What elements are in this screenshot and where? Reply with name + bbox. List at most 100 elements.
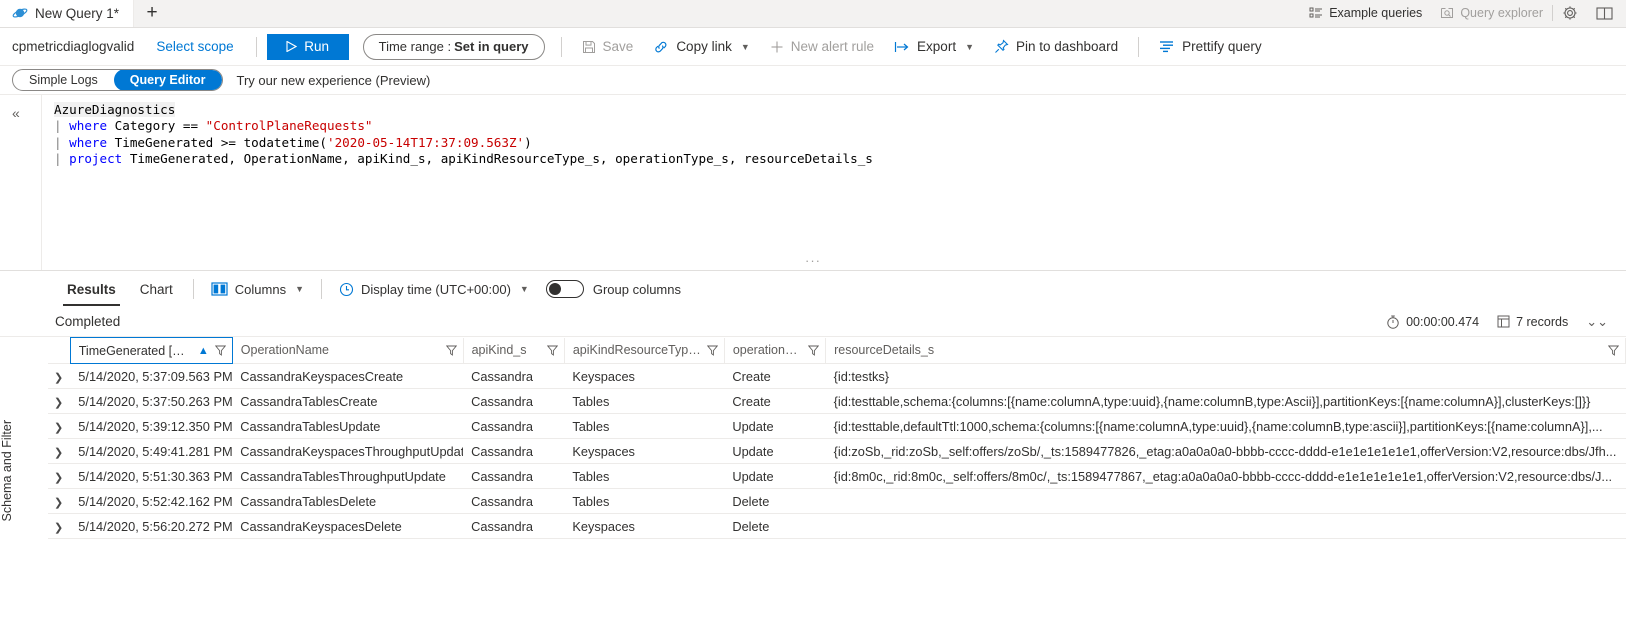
divider xyxy=(192,279,194,299)
code-line-4: | project TimeGenerated, OperationName, … xyxy=(54,151,873,167)
filter-icon[interactable] xyxy=(440,345,457,356)
table-row[interactable]: ❯ 5/14/2020, 5:49:41.281 PM CassandraKeysp… xyxy=(48,438,1626,464)
run-button[interactable]: Run xyxy=(266,33,349,60)
column-header-timegenerated-utc[interactable]: TimeGenerated [UTC] ▲ xyxy=(69,337,233,364)
table-row[interactable]: ❯ 5/14/2020, 5:52:42.162 PM CassandraTable… xyxy=(48,488,1626,514)
cell-resourcedetails-s: {id:testtable,defaultTtl:1000,schema:{co… xyxy=(825,413,1626,439)
query-editor-area: « AzureDiagnostics | where Category == "C… xyxy=(0,95,1626,271)
row-expander[interactable]: ❯ xyxy=(48,363,71,389)
link-icon xyxy=(653,40,669,54)
results-header-row: TimeGenerated [UTC] ▲ OperationName apiKind… xyxy=(48,337,1626,364)
chevron-double-down-icon: ⌄⌄ xyxy=(1586,313,1608,329)
column-header-inner: operationTyp... xyxy=(733,343,820,357)
column-header-label: OperationName xyxy=(240,343,330,358)
cell-apikindresourcetype-s: Keyspaces xyxy=(564,438,725,464)
column-header-resourcedetails-s[interactable]: resourceDetails_s xyxy=(825,337,1626,364)
chevron-down-icon: ▼ xyxy=(519,284,529,294)
group-columns-label: Group columns xyxy=(592,281,681,297)
select-scope-link[interactable]: Select scope xyxy=(144,39,245,54)
export-icon xyxy=(894,40,910,54)
results-table-body: ❯ 5/14/2020, 5:37:09.563 PM CassandraKeysp… xyxy=(48,363,1626,539)
column-header-operationname[interactable]: OperationName xyxy=(232,337,464,364)
filter-icon[interactable] xyxy=(541,345,558,356)
cell-apikindresourcetype-s: Tables xyxy=(564,388,725,414)
mode-query-editor[interactable]: Query Editor xyxy=(113,70,222,90)
workspace-scope-name: cpmetricdiaglogvalid xyxy=(12,39,135,54)
preview-experience-text: Try our new experience (Preview) xyxy=(236,72,431,88)
cell-timegenerated-utc: 5/14/2020, 5:52:42.162 PM xyxy=(70,488,233,514)
filter-icon[interactable] xyxy=(1602,345,1619,356)
chevron-right-icon[interactable]: ❯ xyxy=(54,472,63,484)
expand-results-button[interactable]: ⌄⌄ xyxy=(1586,314,1608,330)
row-expander[interactable]: ❯ xyxy=(48,513,71,539)
query-explorer-button[interactable]: Query explorer xyxy=(1431,0,1552,27)
new-alert-rule-button[interactable]: New alert rule xyxy=(760,32,884,62)
table-row[interactable]: ❯ 5/14/2020, 5:56:20.272 PM CassandraKeysp… xyxy=(48,513,1626,539)
divider xyxy=(255,36,257,57)
gear-icon xyxy=(1562,5,1578,21)
table-row[interactable]: ❯ 5/14/2020, 5:37:09.563 PM CassandraKeysp… xyxy=(48,363,1626,389)
copy-link-label: Copy link xyxy=(676,39,732,54)
sort-ascending-icon[interactable]: ▲ xyxy=(198,345,209,357)
cell-apikind-s: Cassandra xyxy=(463,488,565,514)
clock-icon xyxy=(339,282,354,297)
display-time-button[interactable]: Display time (UTC+00:00) ▼ xyxy=(330,276,538,302)
export-button[interactable]: Export ▼ xyxy=(884,32,984,62)
row-expander[interactable]: ❯ xyxy=(48,388,71,414)
table-row[interactable]: ❯ 5/14/2020, 5:39:12.350 PM CassandraTable… xyxy=(48,413,1626,439)
chevron-right-icon[interactable]: ❯ xyxy=(54,372,63,384)
cell-apikindresourcetype-s: Keyspaces xyxy=(564,513,725,539)
cell-apikindresourcetype-s: Tables xyxy=(564,488,725,514)
new-tab-button[interactable]: + xyxy=(134,0,171,27)
book-layout-icon xyxy=(1596,6,1613,21)
column-header-label: apiKind_s xyxy=(471,343,527,358)
filter-icon[interactable] xyxy=(701,345,718,356)
cell-resourcedetails-s: {id:testtable,schema:{columns:[{name:col… xyxy=(825,388,1626,414)
editor-mode-row: Simple Logs Query Editor Try our new exp… xyxy=(0,66,1626,95)
chevron-right-icon[interactable]: ❯ xyxy=(54,397,63,409)
row-expander[interactable]: ❯ xyxy=(48,488,71,514)
chevron-right-icon[interactable]: ❯ xyxy=(54,447,63,459)
tab-chart[interactable]: Chart xyxy=(128,272,185,306)
table-row[interactable]: ❯ 5/14/2020, 5:37:50.263 PM CassandraTable… xyxy=(48,388,1626,414)
cell-timegenerated-utc: 5/14/2020, 5:56:20.272 PM xyxy=(70,513,233,539)
save-icon xyxy=(582,40,596,54)
group-columns-toggle[interactable] xyxy=(545,280,584,298)
row-expander[interactable]: ❯ xyxy=(48,438,71,464)
tab-results[interactable]: Results xyxy=(55,272,128,306)
columns-button[interactable]: Columns ▼ xyxy=(202,276,313,302)
cell-operationtyp: Update xyxy=(724,438,826,464)
settings-button[interactable] xyxy=(1553,0,1587,27)
column-header-apikind-s[interactable]: apiKind_s xyxy=(463,337,565,364)
table-row[interactable]: ❯ 5/14/2020, 5:51:30.363 PM CassandraTable… xyxy=(48,463,1626,489)
splitter-handle[interactable]: ··· xyxy=(805,253,821,268)
filter-icon[interactable] xyxy=(802,345,820,356)
pin-to-dashboard-button[interactable]: Pin to dashboard xyxy=(984,32,1128,62)
query-code-editor[interactable]: AzureDiagnostics | where Category == "Con… xyxy=(42,95,1626,270)
column-header-operationtyp[interactable]: operationTyp... xyxy=(724,337,827,364)
schema-and-filter-rail[interactable]: Schema and Filter xyxy=(0,420,24,521)
chevron-double-left-icon[interactable]: « xyxy=(12,105,20,121)
example-queries-button[interactable]: Example queries xyxy=(1300,0,1431,27)
mode-simple-logs[interactable]: Simple Logs xyxy=(13,70,114,90)
layout-button[interactable] xyxy=(1587,0,1622,27)
column-header-inner: apiKind_s xyxy=(472,343,558,357)
run-label: Run xyxy=(304,39,329,54)
copy-link-button[interactable]: Copy link ▼ xyxy=(643,32,759,62)
row-expander[interactable]: ❯ xyxy=(48,463,71,489)
results-table: TimeGenerated [UTC] ▲ OperationName apiKind… xyxy=(48,337,1626,539)
query-tab[interactable]: New Query 1* xyxy=(0,0,135,27)
save-button[interactable]: Save xyxy=(572,32,644,62)
chevron-right-icon[interactable]: ❯ xyxy=(54,497,63,509)
chevron-right-icon[interactable]: ❯ xyxy=(54,522,63,534)
prettify-query-button[interactable]: Prettify query xyxy=(1149,32,1272,62)
time-range-picker[interactable]: Time range : Set in query xyxy=(362,33,545,60)
cell-apikind-s: Cassandra xyxy=(463,513,565,539)
plus-icon: + xyxy=(146,2,158,23)
filter-icon[interactable] xyxy=(209,345,226,356)
cell-resourcedetails-s: {id:zoSb,_rid:zoSb,_self:offers/zoSb/,_t… xyxy=(825,438,1626,464)
chevron-right-icon[interactable]: ❯ xyxy=(54,422,63,434)
column-header-apikindresourcetype-s[interactable]: apiKindResourceType_s xyxy=(564,337,725,364)
row-expander[interactable]: ❯ xyxy=(48,413,71,439)
cell-operationtyp: Delete xyxy=(724,488,826,514)
